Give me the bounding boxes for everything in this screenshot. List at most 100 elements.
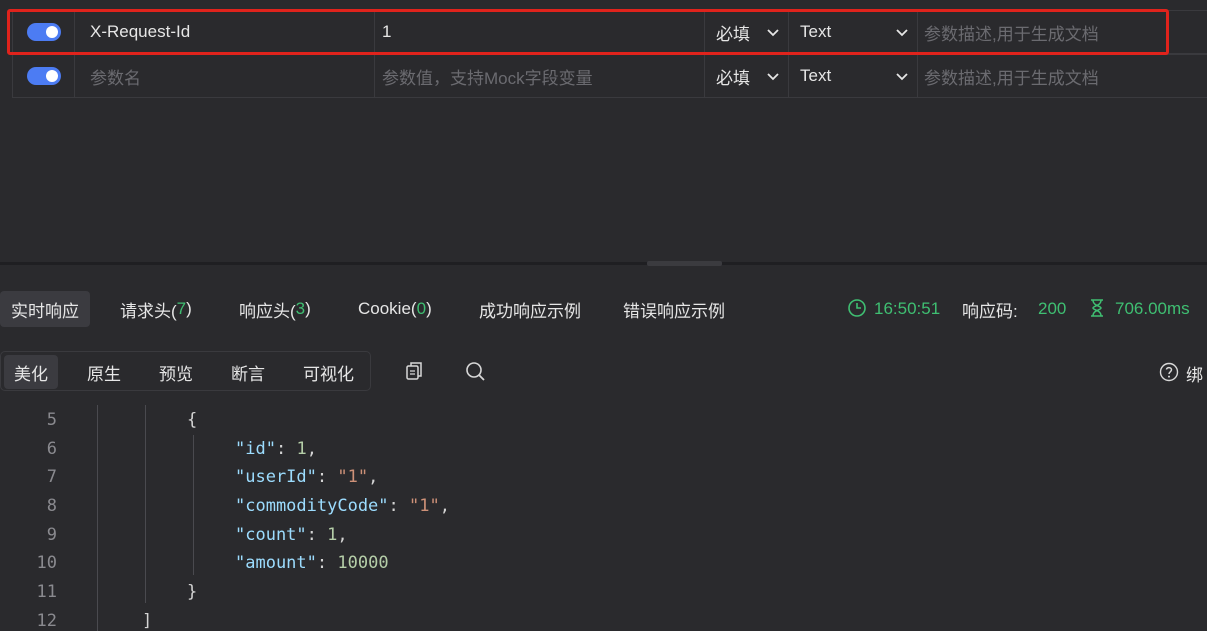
line-number: 9 (46, 525, 57, 545)
line-number: 6 (46, 439, 57, 459)
response-duration: 706.00ms (1115, 299, 1190, 318)
param-row-new: 参数名 参数值，支持Mock字段变量 必填 Text 参数描述,用于生成文档 (12, 54, 1207, 98)
chevron-down-icon (896, 29, 908, 37)
splitter-handle[interactable] (647, 261, 722, 266)
param-value-field[interactable]: 1 (374, 11, 704, 53)
param-desc-placeholder: 参数描述,用于生成文档 (924, 24, 1099, 44)
code-line: "id": 1, (235, 439, 317, 459)
view-label: 预览 (159, 364, 193, 384)
param-desc-field[interactable]: 参数描述,用于生成文档 (917, 11, 1207, 53)
tab-error-example[interactable]: 错误响应示例 (623, 291, 725, 327)
line-number: 7 (46, 467, 57, 487)
clock-icon (848, 299, 866, 317)
code-close-brace: } (187, 582, 198, 602)
json-key: "amount" (235, 553, 317, 573)
json-colon: : (275, 439, 297, 459)
json-number: 1 (327, 525, 338, 545)
tab-label: 实时响应 (11, 301, 79, 321)
search-icon[interactable] (464, 360, 486, 382)
code-open-brace: { (187, 410, 198, 430)
param-name-placeholder: 参数名 (90, 68, 141, 88)
chevron-down-icon (767, 29, 779, 37)
param-required-select[interactable]: 必填 (704, 55, 788, 97)
code-line: "amount": 10000 (235, 553, 389, 573)
view-raw[interactable]: 原生 (87, 355, 121, 389)
param-required-text: 必填 (716, 68, 750, 88)
param-row: X-Request-Id 1 必填 Text 参数描述,用于生成文档 (12, 10, 1207, 54)
code-line: "count": 1, (235, 525, 348, 545)
hourglass-icon (1091, 299, 1103, 317)
view-visualize[interactable]: 可视化 (303, 355, 354, 389)
tab-label-close: ) (186, 299, 192, 318)
json-key: "id" (235, 439, 276, 459)
tab-cookie[interactable]: Cookie(0) (358, 291, 432, 327)
param-enabled-cell (12, 55, 74, 97)
line-number: 11 (36, 582, 57, 602)
tab-label: 请求头( (120, 301, 177, 321)
json-comma: , (368, 467, 379, 487)
view-beautify[interactable]: 美化 (4, 355, 58, 389)
param-type-text: Text (800, 22, 832, 41)
json-colon: : (306, 525, 328, 545)
view-label: 原生 (87, 364, 121, 384)
chevron-down-icon (896, 73, 908, 81)
bind-action[interactable]: 绑 (1186, 361, 1203, 386)
view-assert[interactable]: 断言 (231, 355, 265, 389)
indent-guide (145, 405, 146, 603)
tab-response-headers[interactable]: 响应头(3) (239, 291, 311, 327)
param-enabled-toggle[interactable] (26, 67, 61, 85)
json-number: 10000 (337, 553, 389, 573)
copy-icon[interactable] (403, 360, 425, 382)
view-preview[interactable]: 预览 (159, 355, 193, 389)
tab-label: 错误响应示例 (623, 301, 725, 321)
tab-label: Cookie( (358, 299, 417, 318)
code-close-bracket: ] (142, 611, 153, 631)
code-line: "userId": "1", (235, 467, 378, 487)
param-desc-placeholder: 参数描述,用于生成文档 (924, 68, 1099, 88)
json-colon: : (316, 467, 338, 487)
param-name-field[interactable]: X-Request-Id (74, 11, 374, 53)
param-name-text: X-Request-Id (90, 22, 191, 41)
param-name-field[interactable]: 参数名 (74, 55, 374, 97)
tab-count: 7 (176, 299, 187, 318)
view-label: 美化 (14, 364, 48, 384)
line-number: 12 (36, 611, 57, 631)
response-time: 16:50:51 (874, 299, 941, 318)
view-label: 可视化 (303, 364, 354, 384)
indent-guide (97, 405, 98, 631)
indent-guide (193, 435, 194, 575)
json-key: "count" (235, 525, 307, 545)
param-type-select[interactable]: Text (788, 55, 917, 97)
panel-splitter[interactable] (0, 262, 1207, 265)
response-code-label: 响应码: (962, 301, 1018, 321)
param-desc-field[interactable]: 参数描述,用于生成文档 (917, 55, 1207, 97)
view-label: 断言 (231, 364, 265, 384)
help-icon[interactable] (1159, 362, 1179, 382)
tab-label: 响应头( (239, 301, 296, 321)
param-required-text: 必填 (716, 24, 750, 44)
json-string: "1" (337, 467, 369, 487)
chevron-down-icon (767, 73, 779, 81)
json-key: "userId" (235, 467, 317, 487)
tab-success-example[interactable]: 成功响应示例 (479, 291, 581, 327)
json-number: 1 (296, 439, 307, 459)
json-string: "1" (409, 496, 440, 516)
tab-count: 0 (416, 299, 427, 318)
line-number: 8 (46, 496, 57, 516)
view-mode-bar: 美化 原生 预览 断言 可视化 (0, 351, 371, 391)
tab-realtime-response[interactable]: 实时响应 (0, 291, 90, 327)
param-enabled-toggle[interactable] (26, 23, 61, 41)
tab-label-close: ) (305, 299, 311, 318)
json-comma: , (337, 525, 348, 545)
line-number: 5 (46, 410, 57, 430)
json-colon: : (388, 496, 410, 516)
param-required-select[interactable]: 必填 (704, 11, 788, 53)
param-value-field[interactable]: 参数值，支持Mock字段变量 (374, 55, 704, 97)
response-code: 200 (1038, 299, 1067, 318)
json-key: "commodityCode" (235, 496, 389, 516)
tab-request-headers[interactable]: 请求头(7) (120, 291, 192, 327)
json-comma: , (439, 496, 450, 516)
tab-count: 3 (295, 299, 306, 318)
param-type-select[interactable]: Text (788, 11, 917, 53)
param-value-placeholder: 参数值，支持Mock字段变量 (382, 68, 593, 88)
